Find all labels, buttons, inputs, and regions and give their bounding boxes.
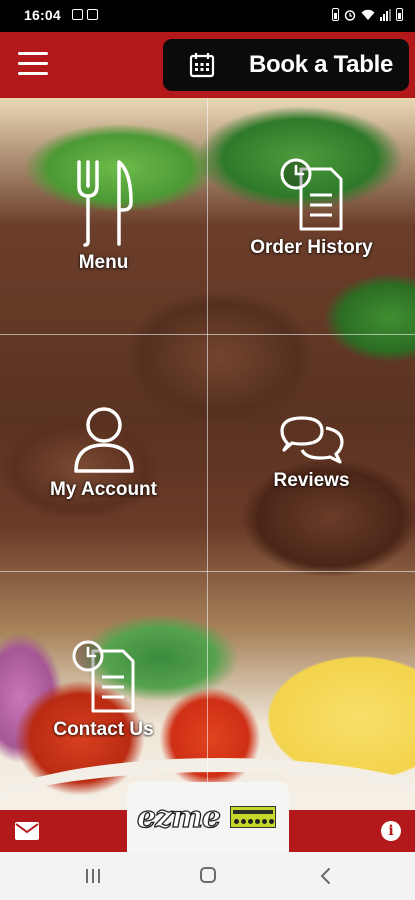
food-hygiene-rating-badge bbox=[230, 806, 276, 828]
logo-card: ezme bbox=[127, 782, 289, 852]
tile-my-account[interactable]: My Account bbox=[0, 335, 207, 571]
info-glyph: i bbox=[388, 823, 394, 839]
document-clock-icon bbox=[280, 158, 342, 231]
tile-order-history[interactable]: Order History bbox=[208, 98, 415, 326]
tile-menu-label: Menu bbox=[78, 252, 129, 273]
status-right-icons bbox=[332, 8, 403, 21]
book-a-table-button[interactable]: Book a Table bbox=[163, 39, 409, 91]
tile-contact-us[interactable]: Contact Us bbox=[0, 572, 207, 808]
mail-icon[interactable] bbox=[15, 822, 39, 840]
hamburger-menu-icon[interactable] bbox=[18, 52, 48, 78]
app-header: Book a Table bbox=[0, 32, 415, 98]
user-icon bbox=[73, 407, 134, 473]
brand-logo: ezme bbox=[136, 799, 221, 840]
alarm-icon bbox=[344, 9, 356, 21]
status-time: 16:04 bbox=[24, 7, 61, 23]
battery-saver-icon bbox=[332, 8, 339, 21]
status-bar: 16:04 bbox=[0, 0, 415, 32]
recents-button[interactable] bbox=[86, 869, 100, 883]
status-left-icons bbox=[72, 9, 98, 20]
signal-icon bbox=[380, 8, 391, 21]
calendar-icon bbox=[189, 53, 215, 78]
home-button[interactable] bbox=[200, 867, 216, 883]
gmail-icon bbox=[72, 9, 83, 20]
tile-my-account-label: My Account bbox=[50, 479, 157, 500]
tile-contact-us-label: Contact Us bbox=[53, 719, 154, 740]
chat-bubbles-icon bbox=[279, 416, 344, 464]
book-a-table-label: Book a Table bbox=[249, 51, 393, 78]
system-nav-bar bbox=[0, 852, 415, 900]
battery-icon bbox=[396, 8, 403, 21]
food-background-image: Menu Order History My Account Reviews Co… bbox=[0, 98, 415, 810]
tile-order-history-label: Order History bbox=[250, 237, 373, 258]
document-clock-icon bbox=[72, 640, 134, 713]
tile-reviews[interactable]: Reviews bbox=[208, 335, 415, 571]
tile-reviews-label: Reviews bbox=[273, 470, 350, 491]
back-button[interactable] bbox=[318, 866, 332, 886]
brand-logo-text: ezme bbox=[136, 799, 221, 835]
wifi-icon bbox=[361, 9, 375, 20]
tile-menu[interactable]: Menu bbox=[0, 98, 207, 334]
notification-icon bbox=[87, 9, 98, 20]
fork-knife-icon bbox=[76, 160, 133, 247]
info-icon[interactable]: i bbox=[381, 821, 401, 841]
